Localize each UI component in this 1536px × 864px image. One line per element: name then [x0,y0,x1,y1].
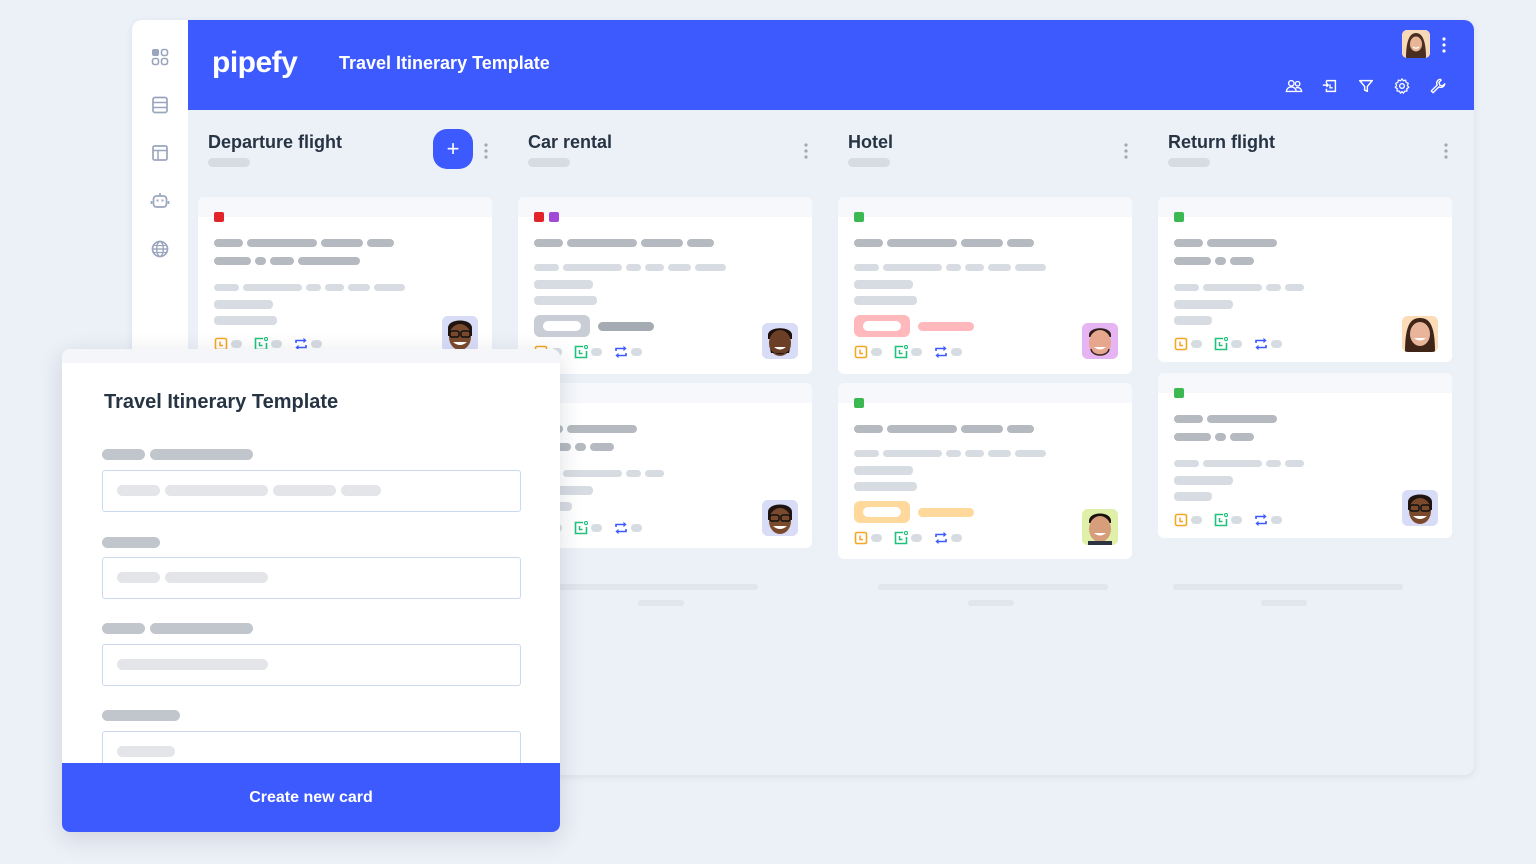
card[interactable] [1158,373,1452,538]
create-new-card-button[interactable]: Create new card [62,763,560,832]
card[interactable] [198,197,492,357]
card-tags [534,315,654,337]
start-date-icon[interactable] [894,345,908,359]
assignee-avatar[interactable] [762,500,798,536]
card-tags [854,315,974,337]
label-green [1174,388,1184,398]
card-meta [854,531,974,545]
phase-title: Return flight [1168,132,1275,152]
assignee-avatar[interactable] [1402,316,1438,352]
phase-title: Departure flight [208,132,343,152]
phase-card-count-placeholder [208,158,250,167]
card[interactable] [518,383,812,548]
pipe-header: pipefy Travel Itinerary Template [188,20,1474,110]
import-icon[interactable] [1320,76,1340,96]
card[interactable] [518,197,812,374]
more-options-icon[interactable] [1440,36,1448,54]
card[interactable] [838,383,1132,559]
card-title-placeholder [534,239,714,247]
layout-panel-icon[interactable] [148,141,172,165]
label-purple [549,212,559,222]
field-label [102,710,180,721]
settings-icon[interactable] [1392,76,1412,96]
card-title-placeholder [854,239,1034,247]
field-label [102,449,253,460]
pipefy-logo[interactable]: pipefy [212,46,298,80]
start-form-modal: Travel Itinerary Template Create new car… [62,349,560,832]
user-avatar[interactable] [1402,30,1430,58]
assignee-avatar[interactable] [762,323,798,359]
apps-grid-icon[interactable] [148,45,172,69]
start-date-icon[interactable] [574,521,588,535]
assignee-avatar[interactable] [1402,490,1438,526]
label-green [854,212,864,222]
label-green [854,398,864,408]
header-toolbar [1284,76,1448,96]
phase-card-count-placeholder [1168,158,1210,167]
form-field-input[interactable] [102,557,521,599]
form-field-input[interactable] [102,470,521,512]
field-label [102,537,160,548]
pipe-title: Travel Itinerary Template [339,53,550,73]
database-icon[interactable] [148,93,172,117]
card-meta [1174,337,1294,351]
due-date-icon[interactable] [1174,337,1188,351]
card[interactable] [838,197,1132,374]
card-title-placeholder [1174,415,1277,423]
phase-menu-icon[interactable] [803,142,809,160]
card-meta [854,345,974,359]
phase-card-count-placeholder [848,158,890,167]
card-title-placeholder [1174,239,1277,247]
repeat-icon[interactable] [614,521,628,535]
form-field-input[interactable] [102,644,521,686]
label-green [1174,212,1184,222]
phase-menu-icon[interactable] [1123,142,1129,160]
phase-title: Car rental [528,132,613,152]
assignee-avatar[interactable] [1082,323,1118,359]
start-date-icon[interactable] [894,531,908,545]
card[interactable] [1158,197,1452,362]
start-date-icon[interactable] [1214,513,1228,527]
card-title-placeholder [854,425,1034,433]
repeat-icon[interactable] [1254,337,1268,351]
field-label [102,623,253,634]
repeat-icon[interactable] [934,345,948,359]
label-red [214,212,224,222]
card-title-placeholder [214,239,394,247]
phase-menu-icon[interactable] [483,142,489,160]
card-tags [854,501,974,523]
robot-automation-icon[interactable] [148,189,172,213]
start-date-icon[interactable] [1214,337,1228,351]
wrench-icon[interactable] [1428,76,1448,96]
label-red [534,212,544,222]
add-card-button[interactable]: + [433,129,473,169]
tag-chip [854,501,910,523]
due-date-icon[interactable] [854,531,868,545]
globe-icon[interactable] [148,237,172,261]
assignee-avatar[interactable] [442,316,478,352]
phase-card-count-placeholder [528,158,570,167]
repeat-icon[interactable] [1254,513,1268,527]
phase-title: Hotel [848,132,893,152]
repeat-icon[interactable] [934,531,948,545]
repeat-icon[interactable] [614,345,628,359]
members-icon[interactable] [1284,76,1304,96]
start-date-icon[interactable] [574,345,588,359]
tag-chip [534,315,590,337]
modal-title: Travel Itinerary Template [104,391,339,413]
filter-icon[interactable] [1356,76,1376,96]
assignee-avatar[interactable] [1082,509,1118,545]
card-meta [1174,513,1294,527]
phase-menu-icon[interactable] [1443,142,1449,160]
due-date-icon[interactable] [1174,513,1188,527]
tag-chip [854,315,910,337]
due-date-icon[interactable] [854,345,868,359]
